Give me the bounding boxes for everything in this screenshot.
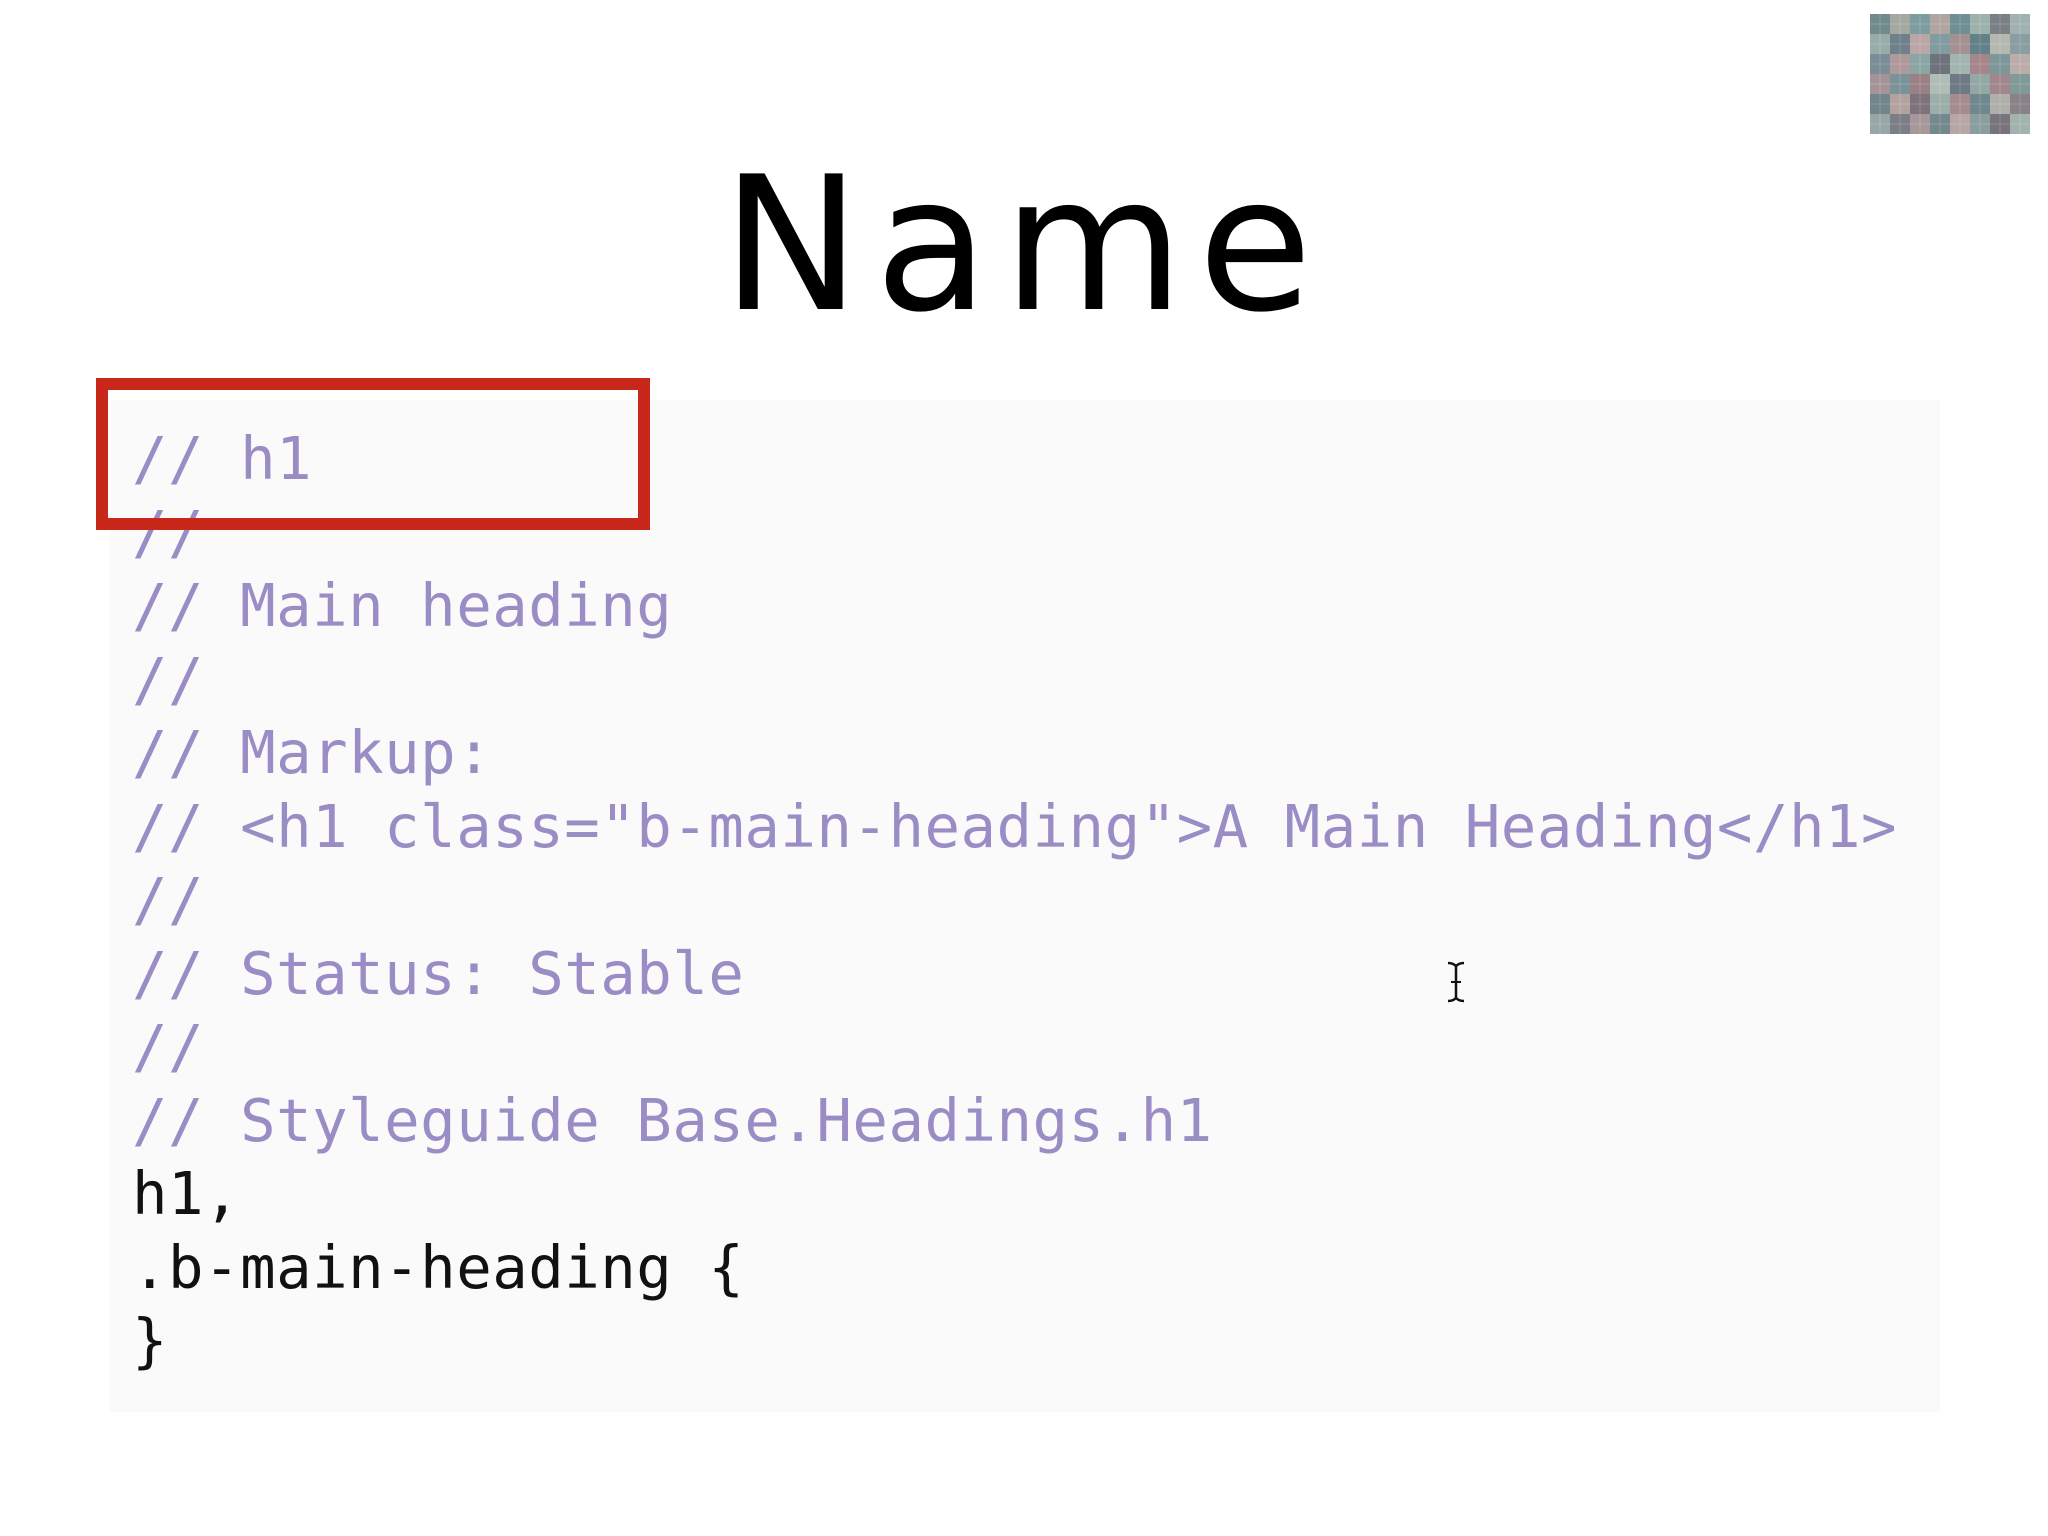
code-comment-line: //	[132, 1012, 205, 1081]
slide-title: Name	[721, 136, 1327, 353]
code-line: }	[132, 1306, 169, 1375]
code-comment-line: // Markup:	[132, 718, 493, 787]
code-comment-line: // Main heading	[132, 571, 673, 640]
code-comment-line: // Status: Stable	[132, 938, 745, 1008]
code-panel: // h1//// Main heading//// Markup:// <h1…	[110, 400, 1940, 1412]
text-cursor-icon	[1444, 960, 1468, 1004]
code-comment-line: //	[132, 865, 205, 934]
code-line: .b-main-heading {	[132, 1232, 745, 1302]
code-comment-line: // <h1 class="b-main-heading">A Main Hea…	[132, 791, 1898, 861]
presenter-thumbnail	[1870, 14, 2030, 134]
code-comment-line: //	[132, 644, 205, 714]
highlight-box	[96, 378, 650, 530]
code-block: // h1//// Main heading//// Markup:// <h1…	[132, 422, 1897, 1378]
code-line: h1,	[132, 1159, 241, 1228]
code-comment-line: // Styleguide Base.Headings.h1	[132, 1085, 1213, 1155]
slide: Name // h1//// Main heading//// Markup: /…	[0, 0, 2048, 1536]
